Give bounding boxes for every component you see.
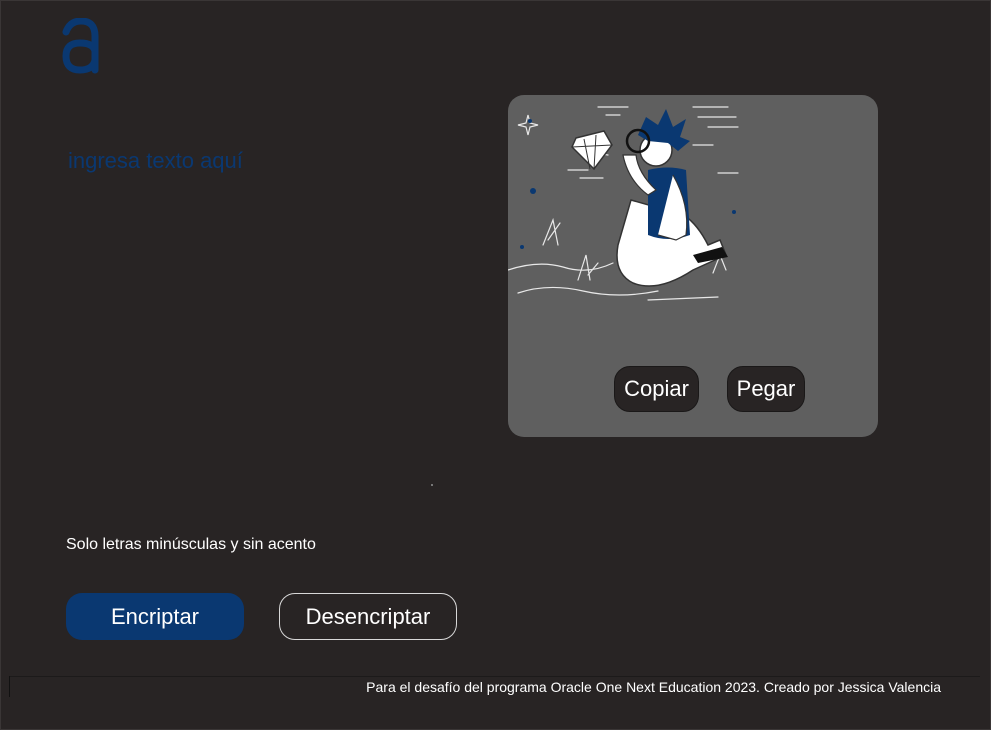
paste-button[interactable]: Pegar	[727, 366, 805, 412]
hint-text: Solo letras minúsculas y sin acento	[66, 536, 316, 553]
alura-logo	[62, 18, 99, 74]
decrypt-button[interactable]: Desencriptar	[279, 593, 457, 640]
output-panel: Copiar Pegar	[508, 95, 878, 437]
footer-divider	[10, 676, 980, 677]
decorative-dot	[431, 484, 433, 486]
copy-button[interactable]: Copiar	[614, 366, 699, 412]
footer-tick	[9, 676, 10, 697]
magnifying-glass-person-illustration	[508, 106, 739, 301]
text-input[interactable]	[66, 140, 450, 456]
input-hint: Solo letras minúsculas y sin acento	[66, 536, 316, 554]
encrypt-button[interactable]: Encriptar	[66, 593, 244, 640]
footer-text: Para el desafío del programa Oracle One …	[366, 679, 941, 695]
